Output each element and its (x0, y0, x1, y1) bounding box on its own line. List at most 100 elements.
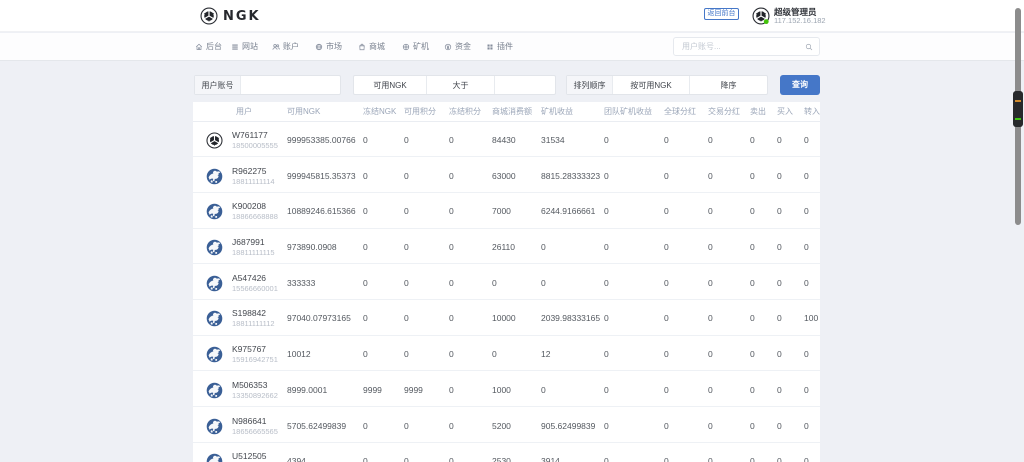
cell-value: 0 (708, 194, 713, 230)
cell-value: 905.62499839 (541, 409, 595, 445)
nav-search-input[interactable] (682, 38, 802, 55)
cell-value: 0 (750, 194, 755, 230)
cell-value: 10000 (492, 301, 516, 337)
cell-value: 0 (777, 373, 782, 409)
cell-value: 0 (604, 444, 609, 462)
cell-value: 0 (404, 266, 409, 302)
default-user-avatar (206, 346, 223, 363)
row-username: A547426 (232, 273, 266, 283)
cell-value: 999945815.35373 (287, 159, 356, 195)
condition-operator-select[interactable]: 大于 (426, 76, 494, 94)
online-status-dot (764, 19, 769, 24)
cell-value: 973890.0908 (287, 230, 337, 266)
cell-value: 10012 (287, 337, 311, 373)
nav-item-funds[interactable]: 资金 (444, 33, 471, 60)
nav-item-plugins[interactable]: 插件 (486, 33, 513, 60)
nav-item-market[interactable]: 市场 (315, 33, 342, 60)
order-field-select[interactable]: 按可用NGK (612, 76, 689, 94)
cell-value: 26110 (492, 230, 515, 266)
nav-item-website[interactable]: 网站 (231, 33, 258, 60)
table-row[interactable]: N986641 18656665565 5705.624998390005200… (193, 407, 820, 443)
ngk-logo-icon (200, 7, 218, 25)
cell-value: 9999 (363, 373, 382, 409)
home-icon (195, 43, 203, 51)
cell-value: 0 (664, 337, 669, 373)
cell-value: 0 (404, 337, 409, 373)
cell-value: 63000 (492, 159, 516, 195)
order-direction-select[interactable]: 降序 (689, 76, 767, 94)
account-filter-input[interactable] (241, 76, 340, 94)
column-header: 可用积分 (404, 102, 436, 122)
cell-value: 4394 (287, 444, 306, 462)
condition-filter-group: 可用NGK 大于 (353, 75, 556, 95)
nav-item-account[interactable]: 账户 (272, 33, 299, 60)
table-row[interactable]: W761177 18500005555 999953385.0076600084… (193, 122, 820, 158)
cell-value: 0 (604, 159, 609, 195)
cell-value: 0 (404, 194, 409, 230)
order-filter-group: 排列顺序 按可用NGK 降序 (566, 75, 768, 95)
nav-item-miner[interactable]: 矿机 (402, 33, 429, 60)
table-row[interactable]: R962275 18811111114 999945815.3537300063… (193, 157, 820, 193)
cell-value: 0 (541, 230, 546, 266)
cell-value: 0 (777, 159, 782, 195)
row-username: K900208 (232, 201, 266, 211)
cell-value: 0 (750, 373, 755, 409)
table-row[interactable]: M506353 13350892662 8999.000199999999010… (193, 371, 820, 407)
users-table: 用户可用NGK冻结NGK可用积分冻结积分商城消费额矿机收益团队矿机收益全球分红交… (193, 102, 820, 462)
cell-value: 0 (750, 230, 755, 266)
table-row[interactable]: K900208 18866668888 10889246.61536600070… (193, 193, 820, 229)
nav-item-mall[interactable]: 商城 (358, 33, 385, 60)
row-username: M506353 (232, 380, 267, 390)
back-to-frontend-button[interactable]: 返回前台 (704, 8, 739, 20)
cell-value: 0 (363, 409, 368, 445)
list-icon (231, 43, 239, 51)
table-row[interactable]: A547426 15566660001 33333300000000000 (193, 264, 820, 300)
nav-item-label: 商城 (369, 41, 385, 52)
search-icon[interactable] (805, 43, 813, 51)
cell-value: 0 (449, 373, 454, 409)
table-row[interactable]: S198842 18811111112 97040.07973165000100… (193, 300, 820, 336)
cell-value: 0 (449, 409, 454, 445)
column-header: 矿机收益 (541, 102, 573, 122)
condition-field-select[interactable]: 可用NGK (354, 76, 426, 94)
cell-value: 97040.07973165 (287, 301, 351, 337)
nav-search-box (673, 37, 820, 56)
cell-value: 0 (804, 194, 809, 230)
admin-avatar[interactable] (752, 7, 770, 25)
table-row[interactable]: K975767 15916942751 10012000012000000 (193, 336, 820, 372)
cell-value: 0 (449, 159, 454, 195)
cell-value: 0 (664, 159, 669, 195)
cell-value: 0 (708, 266, 713, 302)
table-row[interactable]: U512505 439400025303914000000 (193, 443, 820, 462)
cell-value: 8815.28333323 (541, 159, 600, 195)
bag-icon (358, 43, 366, 51)
row-phone: 18811111115 (232, 248, 275, 257)
condition-value-input[interactable] (495, 76, 555, 94)
nav-item-backend[interactable]: 后台 (195, 33, 222, 60)
nav-item-label: 插件 (497, 41, 513, 52)
scrollbar-widget[interactable] (1013, 91, 1023, 127)
column-header: 卖出 (750, 102, 766, 122)
cell-value: 0 (404, 409, 409, 445)
condition-value-cell (494, 76, 555, 94)
main-nav-bar: 后台网站账户市场 商城 矿机资金 插件 (0, 33, 1024, 61)
row-username: R962275 (232, 166, 267, 176)
cell-value: 0 (750, 123, 755, 159)
query-button[interactable]: 查询 (780, 75, 820, 95)
table-row[interactable]: J687991 18811111115 973890.0908000261100… (193, 229, 820, 265)
cell-value: 5200 (492, 409, 511, 445)
cell-value: 5705.62499839 (287, 409, 346, 445)
cell-value: 0 (363, 123, 368, 159)
cell-value: 0 (404, 444, 409, 462)
cell-value: 31534 (541, 123, 565, 159)
cell-value: 0 (449, 123, 454, 159)
users-icon (272, 43, 280, 51)
cell-value: 0 (708, 159, 713, 195)
cell-value: 0 (664, 230, 669, 266)
cell-value: 0 (804, 373, 809, 409)
cell-value: 0 (708, 301, 713, 337)
cell-value: 0 (449, 194, 454, 230)
cell-value: 100 (804, 301, 818, 337)
cell-value: 0 (750, 266, 755, 302)
default-user-avatar (206, 203, 223, 220)
